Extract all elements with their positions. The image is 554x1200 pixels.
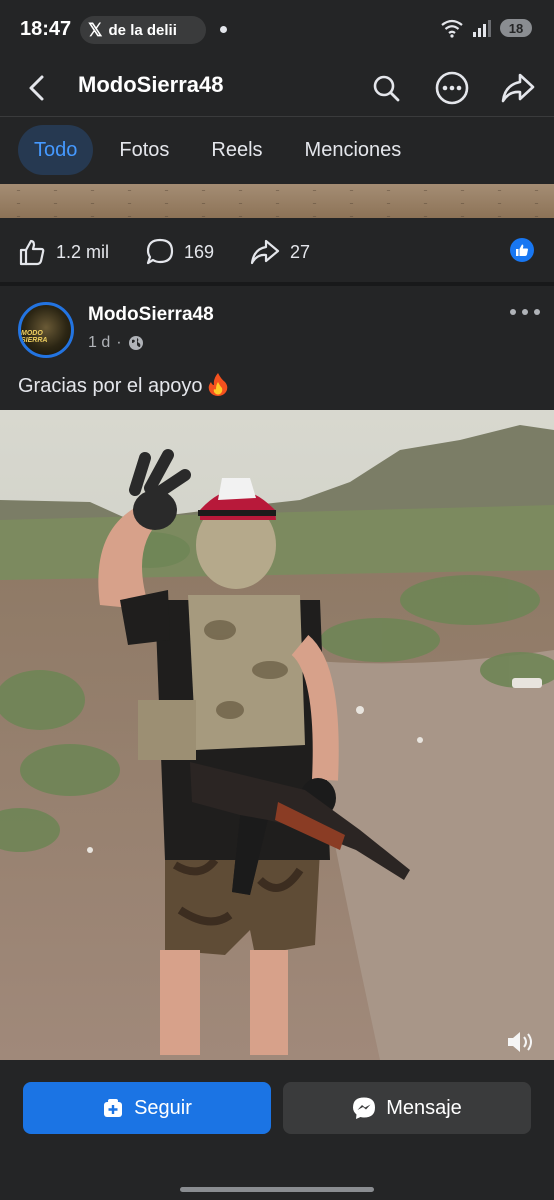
volume-icon[interactable] xyxy=(506,1030,536,1054)
top-navigation-bar: ModoSierra48 xyxy=(0,60,554,117)
like-count: 1.2 mil xyxy=(56,241,110,262)
avatar[interactable]: MODO SIERRA xyxy=(18,302,74,358)
share-count: 27 xyxy=(290,241,311,262)
messenger-icon xyxy=(353,1097,376,1119)
more-options-button[interactable] xyxy=(430,66,474,110)
page-title: ModoSierra48 xyxy=(78,72,224,97)
globe-icon xyxy=(128,336,143,350)
post-caption: Gracias por el apoyo xyxy=(18,372,229,398)
notification-dot-icon xyxy=(220,26,227,33)
follow-plus-icon xyxy=(104,1099,123,1117)
share-button[interactable]: 27 xyxy=(250,238,310,266)
follow-label: Seguir xyxy=(134,1096,192,1119)
share-page-button[interactable] xyxy=(496,66,540,110)
status-bar: 18:47 𝕏 de la delii 18 xyxy=(0,0,554,60)
tab-todo[interactable]: Todo xyxy=(18,125,94,175)
fire-emoji-icon xyxy=(208,373,227,396)
thumbs-up-icon xyxy=(19,239,45,266)
share-arrow-icon xyxy=(501,73,535,103)
post-more-options-button[interactable] xyxy=(510,302,540,322)
notification-pill[interactable]: 𝕏 de la delii xyxy=(80,16,206,44)
meta-separator: · xyxy=(116,334,122,351)
message-button[interactable]: Mensaje xyxy=(283,1082,531,1134)
post-time: 1 d xyxy=(88,334,111,351)
follow-button[interactable]: Seguir xyxy=(23,1082,271,1134)
wifi-icon xyxy=(441,19,463,38)
tab-fotos[interactable]: Fotos xyxy=(103,125,185,175)
back-arrow-icon xyxy=(29,75,44,101)
x-logo-icon: 𝕏 xyxy=(88,19,103,40)
previous-post-reactions-bar: 1.2 mil 169 27 xyxy=(0,218,554,282)
post-photo[interactable] xyxy=(0,410,554,1060)
search-button[interactable] xyxy=(364,66,408,110)
tab-reels[interactable]: Reels xyxy=(195,125,278,175)
like-reaction-badge-icon xyxy=(510,238,534,262)
bottom-action-bar: Seguir Mensaje xyxy=(0,1060,554,1200)
tab-menciones[interactable]: Menciones xyxy=(289,125,418,175)
search-icon xyxy=(373,75,400,102)
signal-icon xyxy=(473,20,491,37)
comment-button[interactable]: 169 xyxy=(146,238,214,266)
previous-post-image[interactable] xyxy=(0,184,554,218)
avatar-logo-text: MODO SIERRA xyxy=(21,330,48,344)
more-horizontal-circle-icon xyxy=(435,71,469,105)
status-time: 18:47 xyxy=(20,18,72,40)
post-header: MODO SIERRA ModoSierra48 1 d · Gracias p… xyxy=(0,286,554,410)
caption-text: Gracias por el apoyo xyxy=(18,375,203,397)
back-button[interactable] xyxy=(20,70,56,106)
home-gesture-bar[interactable] xyxy=(180,1187,374,1192)
like-button[interactable]: 1.2 mil xyxy=(18,238,109,266)
share-icon xyxy=(250,239,280,265)
post-meta: 1 d · xyxy=(88,334,144,352)
message-label: Mensaje xyxy=(386,1096,462,1119)
profile-tabs: Todo Fotos Reels Menciones xyxy=(0,117,554,183)
system-icons: 18 xyxy=(440,18,532,38)
photo-scene xyxy=(0,410,554,1060)
comment-count: 169 xyxy=(184,241,215,262)
comment-bubble-icon xyxy=(146,238,174,265)
battery-indicator: 18 xyxy=(500,19,532,37)
notification-text: de la delii xyxy=(108,21,177,39)
post-author-name[interactable]: ModoSierra48 xyxy=(88,304,214,326)
